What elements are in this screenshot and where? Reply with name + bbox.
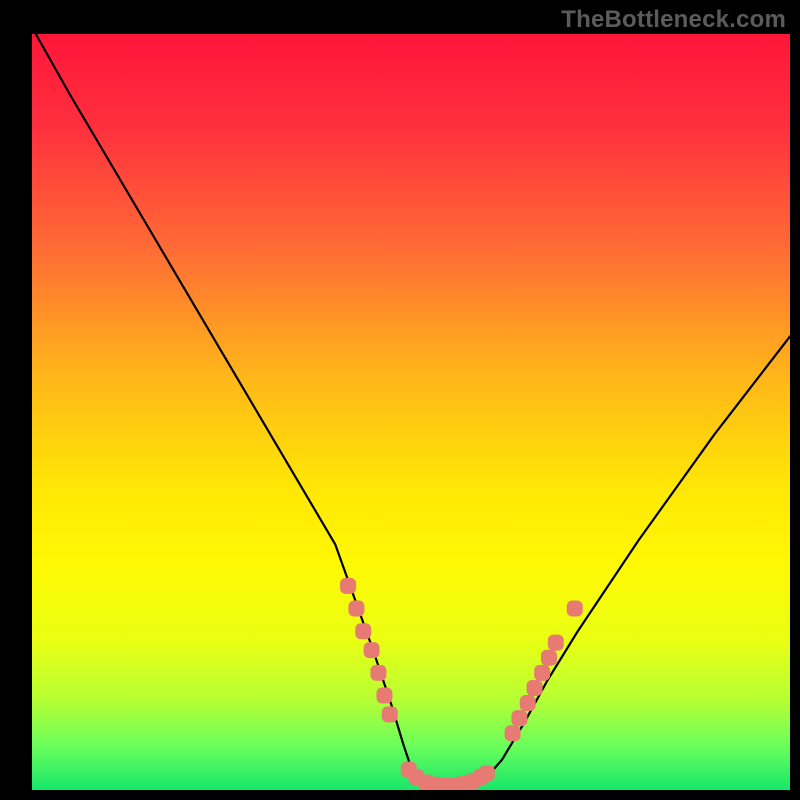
marker-markers-left xyxy=(348,601,364,617)
marker-markers-right xyxy=(534,665,550,681)
marker-markers-left xyxy=(340,578,356,594)
marker-markers-left xyxy=(376,688,392,704)
marker-markers-left xyxy=(355,623,371,639)
chart-canvas xyxy=(0,0,800,800)
marker-markers-left xyxy=(382,706,398,722)
marker-markers-right xyxy=(541,650,557,666)
marker-markers-top-right xyxy=(567,601,583,617)
marker-markers-right xyxy=(527,680,543,696)
marker-markers-right xyxy=(548,635,564,651)
marker-markers-right xyxy=(520,695,536,711)
marker-markers-left xyxy=(370,665,386,681)
gradient-background xyxy=(32,34,790,790)
marker-markers-left xyxy=(364,642,380,658)
marker-markers-bottom xyxy=(479,765,495,781)
marker-markers-right xyxy=(511,710,527,726)
chart-frame: TheBottleneck.com xyxy=(0,0,800,800)
marker-markers-right xyxy=(505,725,521,741)
